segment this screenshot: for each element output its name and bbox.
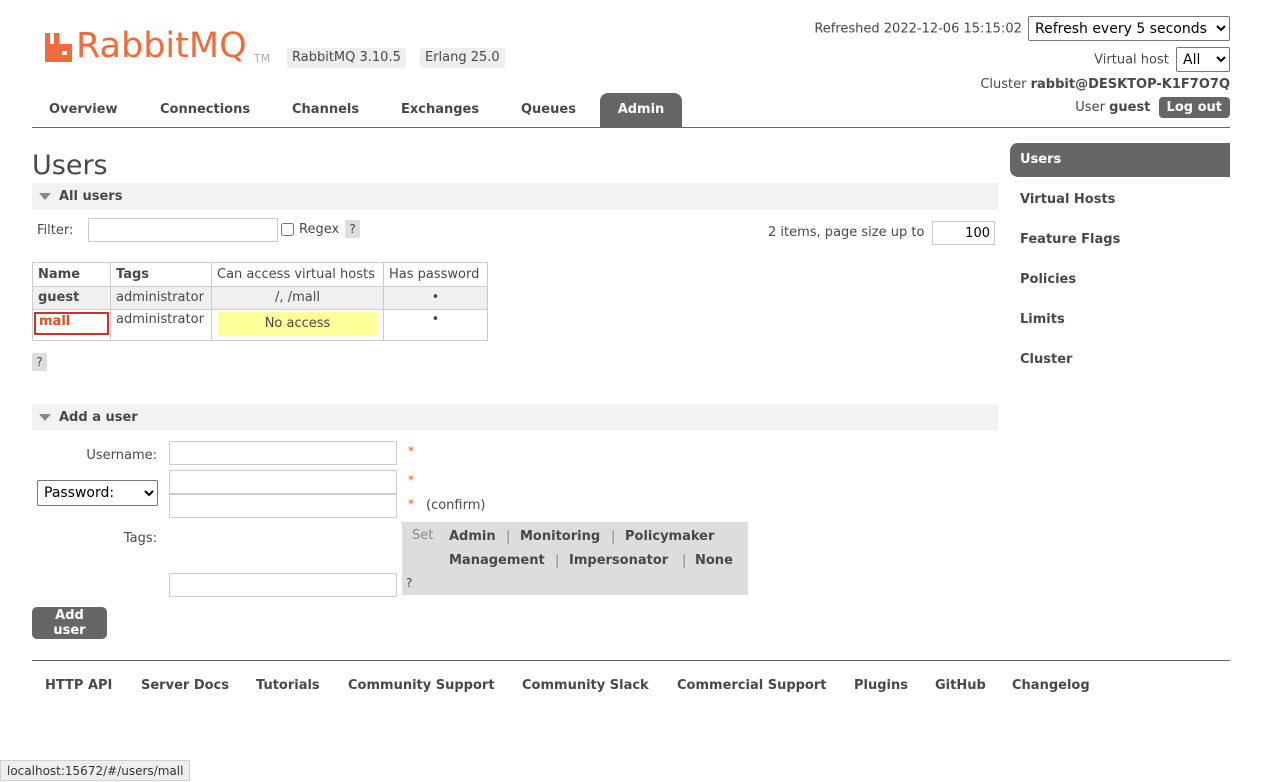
cluster-name: rabbit@DESKTOP-K1F7O7Q bbox=[1030, 77, 1230, 92]
sidebar-item-policies[interactable]: Policies bbox=[1010, 263, 1230, 297]
tag-shortcuts-box: Set Admin | Monitoring | Policymaker Man… bbox=[402, 522, 748, 595]
tag-separator: | bbox=[682, 553, 687, 568]
table-help-icon[interactable]: ? bbox=[32, 353, 47, 371]
tag-monitoring-link[interactable]: Monitoring bbox=[520, 529, 600, 544]
add-user-title: Add a user bbox=[59, 410, 138, 425]
sidebar-item-cluster[interactable]: Cluster bbox=[1010, 343, 1230, 377]
tag-policymaker-link[interactable]: Policymaker bbox=[625, 529, 714, 544]
required-mark: * bbox=[408, 497, 414, 511]
footer-divider bbox=[32, 660, 1230, 661]
version-badge: RabbitMQ 3.10.5 bbox=[287, 48, 406, 68]
tags-cell: administrator bbox=[110, 286, 212, 310]
tag-separator: | bbox=[506, 529, 511, 544]
has-password-cell: • bbox=[383, 309, 488, 341]
page-size-input[interactable] bbox=[932, 221, 995, 245]
cluster-label: Cluster bbox=[980, 77, 1027, 92]
password-input[interactable] bbox=[169, 470, 397, 494]
add-user-button[interactable]: Add user bbox=[32, 607, 107, 639]
confirm-label: (confirm) bbox=[426, 498, 486, 513]
logo-trademark: TM bbox=[254, 52, 271, 65]
cluster-row: Cluster rabbit@DESKTOP-K1F7O7Q bbox=[980, 76, 1230, 94]
tag-impersonator-link[interactable]: Impersonator bbox=[569, 553, 668, 568]
filter-label: Filter: bbox=[37, 223, 74, 238]
all-users-title: All users bbox=[59, 189, 123, 204]
tag-separator: | bbox=[611, 529, 616, 544]
collapse-triangle-icon bbox=[39, 414, 51, 421]
footer-link-community-slack[interactable]: Community Slack bbox=[522, 678, 649, 693]
tags-input[interactable] bbox=[169, 573, 397, 597]
tab-queues[interactable]: Queues bbox=[504, 93, 593, 127]
footer-link-http-api[interactable]: HTTP API bbox=[45, 678, 112, 693]
footer-link-tutorials[interactable]: Tutorials bbox=[256, 678, 320, 693]
rabbitmq-logo-icon bbox=[45, 33, 72, 62]
required-mark: * bbox=[408, 444, 414, 458]
vhost-row: Virtual host All bbox=[1094, 47, 1230, 73]
tab-channels[interactable]: Channels bbox=[275, 93, 376, 127]
tags-cell: administrator bbox=[110, 309, 212, 341]
footer-link-github[interactable]: GitHub bbox=[935, 678, 986, 693]
has-password-cell: • bbox=[383, 286, 488, 310]
filter-help-icon[interactable]: ? bbox=[345, 220, 360, 238]
pagination-text: 2 items, page size up to bbox=[768, 225, 925, 240]
collapse-triangle-icon bbox=[39, 193, 51, 200]
tab-overview[interactable]: Overview bbox=[32, 93, 135, 127]
sidebar-item-limits[interactable]: Limits bbox=[1010, 303, 1230, 337]
refreshed-timestamp: Refreshed 2022-12-06 15:15:02 bbox=[814, 21, 1022, 37]
footer-link-plugins[interactable]: Plugins bbox=[854, 678, 908, 693]
tags-label: Tags: bbox=[123, 531, 157, 546]
user-link-guest[interactable]: guest bbox=[38, 290, 79, 305]
sidebar-item-virtual-hosts[interactable]: Virtual Hosts bbox=[1010, 183, 1230, 217]
tag-admin-link[interactable]: Admin bbox=[449, 529, 496, 544]
password-type-select[interactable]: Password: bbox=[37, 480, 158, 506]
tab-exchanges[interactable]: Exchanges bbox=[384, 93, 496, 127]
footer-link-server-docs[interactable]: Server Docs bbox=[141, 678, 229, 693]
column-header-name: Name bbox=[32, 262, 111, 287]
column-header-has-password: Has password bbox=[383, 262, 488, 287]
set-label: Set bbox=[412, 528, 434, 543]
required-mark: * bbox=[408, 473, 414, 487]
table-row: mall administrator No access • bbox=[32, 309, 488, 341]
main-tabs: Overview Connections Channels Exchanges … bbox=[32, 93, 1230, 128]
refresh-row: Refreshed 2022-12-06 15:15:02 Refresh ev… bbox=[814, 16, 1230, 42]
column-header-vhosts: Can access virtual hosts bbox=[211, 262, 384, 287]
browser-status-bar: localhost:15672/#/users/mall bbox=[0, 760, 191, 781]
username-input[interactable] bbox=[169, 441, 397, 465]
user-link-mall[interactable]: mall bbox=[34, 312, 109, 335]
sidebar-item-feature-flags[interactable]: Feature Flags bbox=[1010, 223, 1230, 257]
regex-label: Regex bbox=[299, 222, 340, 237]
tab-admin[interactable]: Admin bbox=[600, 93, 682, 127]
users-table: Name Tags Can access virtual hosts Has p… bbox=[32, 262, 488, 341]
footer-link-commercial-support[interactable]: Commercial Support bbox=[677, 678, 827, 693]
tag-separator: | bbox=[555, 553, 560, 568]
all-users-section-header[interactable]: All users bbox=[32, 183, 998, 210]
tags-help-icon[interactable]: ? bbox=[406, 576, 412, 590]
vhosts-cell: /, /mall bbox=[211, 286, 384, 310]
erlang-badge: Erlang 25.0 bbox=[420, 48, 505, 68]
column-header-tags: Tags bbox=[110, 262, 212, 287]
tab-connections[interactable]: Connections bbox=[143, 93, 267, 127]
tag-management-link[interactable]: Management bbox=[449, 553, 545, 568]
page-title: Users bbox=[32, 150, 108, 181]
logo-text: RabbitMQ bbox=[76, 26, 247, 66]
table-row: guest administrator /, /mall • bbox=[32, 286, 488, 310]
tag-none-link[interactable]: None bbox=[695, 553, 733, 568]
footer-link-changelog[interactable]: Changelog bbox=[1012, 678, 1090, 693]
refresh-interval-select[interactable]: Refresh every 5 seconds bbox=[1028, 16, 1230, 41]
no-access-badge: No access bbox=[218, 312, 377, 336]
sidebar-item-users[interactable]: Users bbox=[1010, 143, 1230, 177]
vhost-label: Virtual host bbox=[1094, 52, 1169, 68]
regex-checkbox[interactable] bbox=[281, 223, 294, 236]
add-user-section-header[interactable]: Add a user bbox=[32, 404, 998, 431]
vhost-select[interactable]: All bbox=[1176, 47, 1230, 72]
username-label: Username: bbox=[86, 448, 157, 463]
password-confirm-input[interactable] bbox=[169, 494, 397, 518]
filter-input[interactable] bbox=[88, 218, 278, 242]
footer-link-community-support[interactable]: Community Support bbox=[348, 678, 495, 693]
